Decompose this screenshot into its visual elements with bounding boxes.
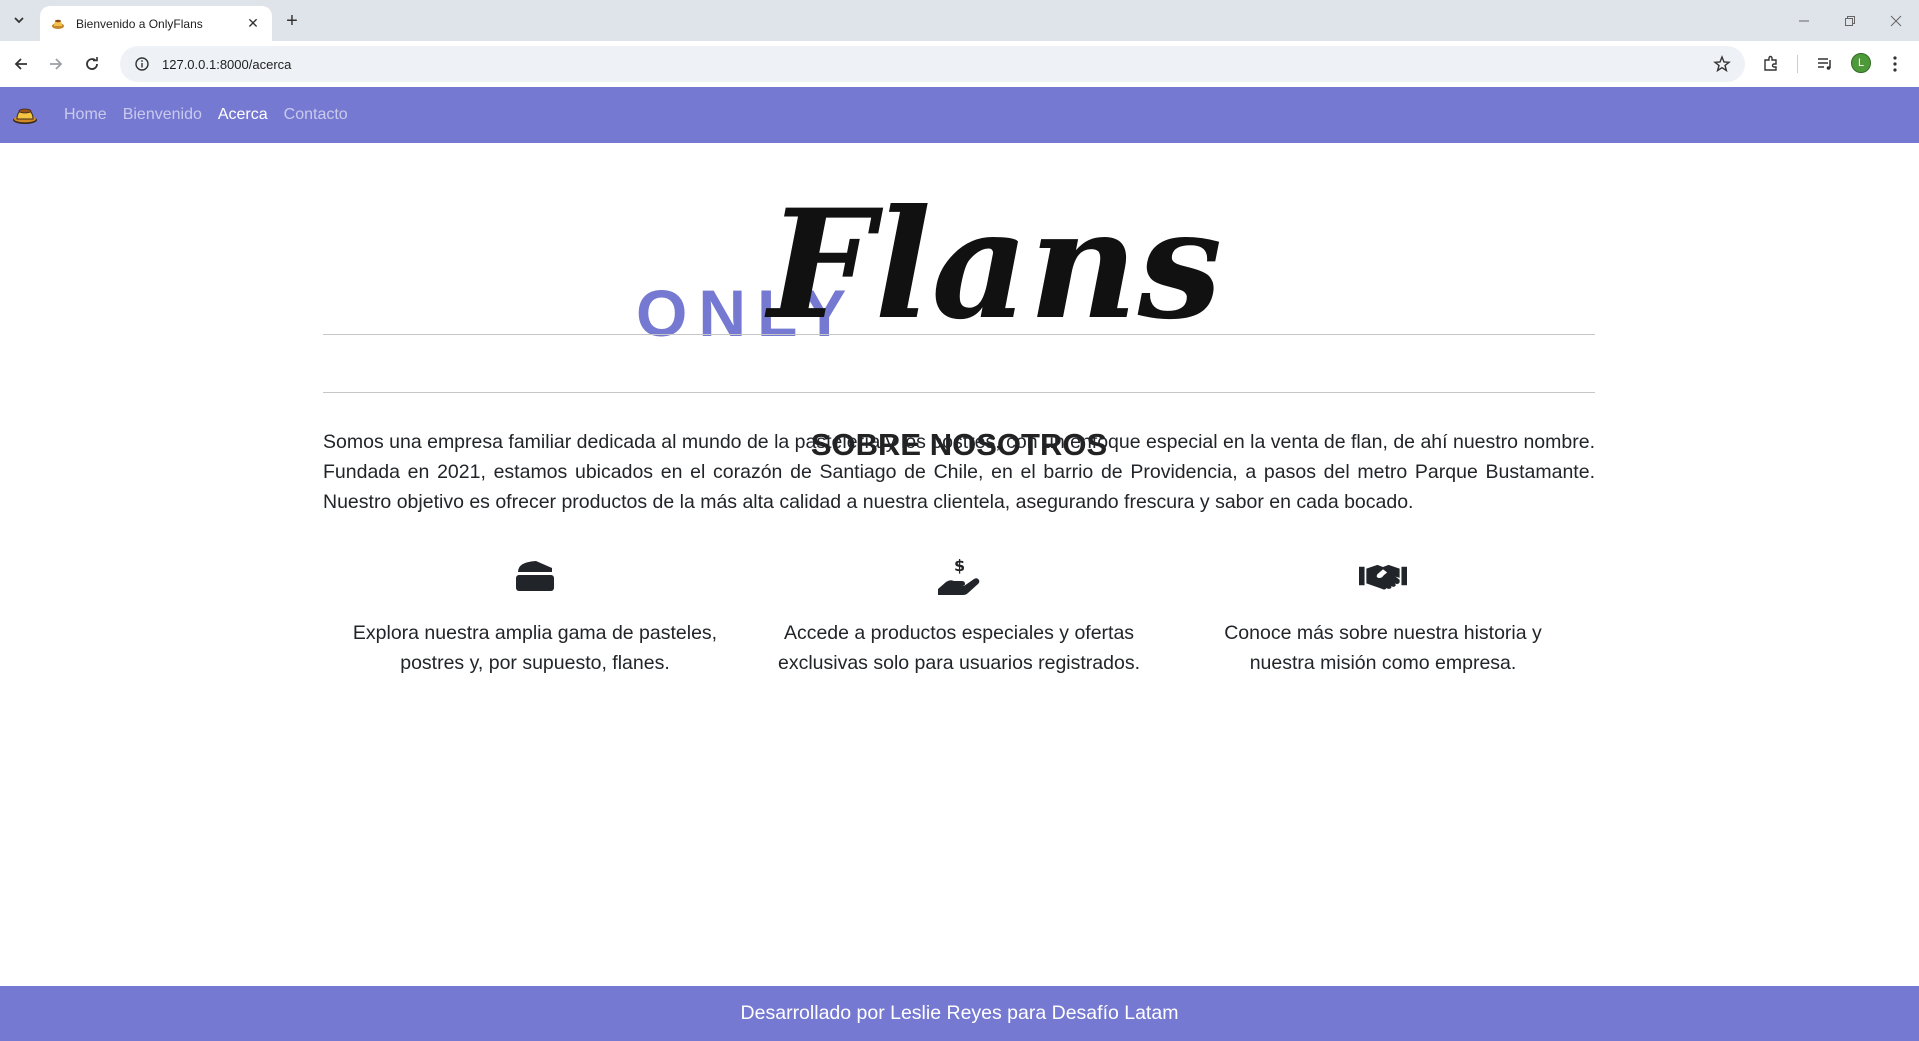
feature-item: $ Accede a productos especiales y oferta… bbox=[747, 552, 1171, 678]
media-icon[interactable] bbox=[1814, 53, 1836, 75]
tab-list-icon[interactable] bbox=[8, 9, 30, 31]
star-icon[interactable] bbox=[1713, 55, 1731, 73]
url-text[interactable]: 127.0.0.1:8000/acerca bbox=[162, 57, 291, 72]
browser-tab[interactable]: Bienvenido a OnlyFlans ✕ bbox=[40, 6, 272, 41]
site-navbar: Home Bienvenido Acerca Contacto bbox=[0, 87, 1919, 143]
onlyflans-logo: ONLY Flans bbox=[630, 157, 1300, 357]
forward-icon[interactable] bbox=[44, 52, 68, 76]
window-close-icon[interactable] bbox=[1873, 0, 1919, 41]
reload-icon[interactable] bbox=[80, 52, 104, 76]
about-paragraph: Somos una empresa familiar dedicada al m… bbox=[323, 431, 1595, 513]
divider-bottom bbox=[323, 392, 1595, 393]
footer-credit: Desarrollado por Leslie Reyes para Desaf… bbox=[740, 1002, 1179, 1024]
divider-top bbox=[323, 334, 1595, 335]
nav-link-bienvenido[interactable]: Bienvenido bbox=[123, 106, 202, 124]
extensions-icon[interactable] bbox=[1760, 53, 1782, 75]
handshake-icon bbox=[1359, 552, 1407, 600]
site-footer: Desarrollado por Leslie Reyes para Desaf… bbox=[0, 986, 1919, 1041]
nav-link-acerca[interactable]: Acerca bbox=[218, 106, 268, 124]
minimize-icon[interactable] bbox=[1781, 0, 1827, 41]
plus-icon[interactable]: + bbox=[280, 9, 304, 33]
nav-link-home[interactable]: Home bbox=[64, 106, 107, 124]
info-icon[interactable] bbox=[134, 56, 150, 72]
close-icon[interactable]: ✕ bbox=[244, 15, 262, 33]
feature-text: Conoce más sobre nuestra historia y nues… bbox=[1224, 622, 1542, 674]
feature-text: Explora nuestra amplia gama de pasteles,… bbox=[352, 622, 718, 674]
flan-logo-icon[interactable] bbox=[12, 105, 38, 125]
tab-title: Bienvenido a OnlyFlans bbox=[76, 16, 203, 31]
feature-item: Conoce más sobre nuestra historia y nues… bbox=[1171, 552, 1595, 678]
page: Home Bienvenido Acerca Contacto ONLY Fla… bbox=[0, 87, 1919, 1041]
back-icon[interactable] bbox=[9, 52, 33, 76]
browser-tabstrip: Bienvenido a OnlyFlans ✕ + bbox=[0, 0, 1919, 41]
favicon-icon bbox=[50, 16, 66, 32]
logo-flans-script: Flans bbox=[764, 177, 1222, 353]
features-row: Explora nuestra amplia gama de pasteles,… bbox=[323, 552, 1595, 678]
address-bar[interactable]: 127.0.0.1:8000/acerca bbox=[120, 46, 1745, 82]
nav-link-contacto[interactable]: Contacto bbox=[284, 106, 348, 124]
cake-slice-icon bbox=[511, 552, 559, 600]
logo-flans-text: Flans bbox=[764, 177, 1222, 353]
restore-icon[interactable] bbox=[1827, 0, 1873, 41]
browser-toolbar: 127.0.0.1:8000/acerca L bbox=[0, 41, 1919, 87]
hand-dollar-icon: $ bbox=[935, 552, 983, 600]
menu-icon[interactable] bbox=[1884, 53, 1906, 75]
feature-text: Accede a productos especiales y ofertas … bbox=[777, 622, 1140, 674]
feature-item: Explora nuestra amplia gama de pasteles,… bbox=[323, 552, 747, 678]
svg-text:$: $ bbox=[954, 556, 965, 575]
toolbar-separator bbox=[1797, 55, 1798, 73]
profile-avatar[interactable]: L bbox=[1851, 53, 1871, 73]
